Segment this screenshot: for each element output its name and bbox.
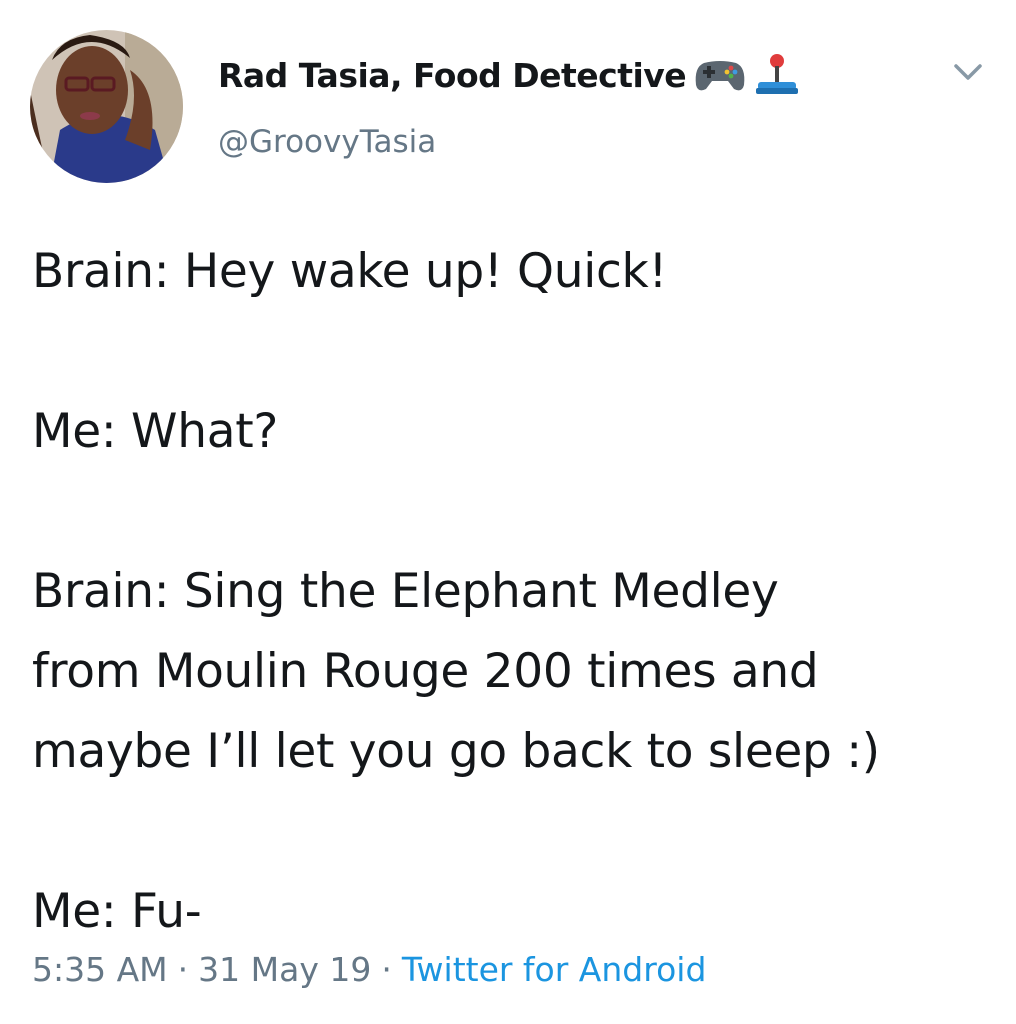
tweet-line: from Moulin Rouge 200 times and	[32, 644, 819, 699]
tweet-source-link[interactable]: Twitter for Android	[402, 950, 707, 989]
tweet-date[interactable]: 31 May 19	[198, 950, 371, 989]
meta-separator: ·	[381, 950, 392, 989]
tweet-line: Brain: Sing the Elephant Medley	[32, 564, 779, 619]
video-game-icon	[694, 55, 746, 95]
chevron-down-icon[interactable]	[950, 58, 986, 86]
tweet-line: maybe I’ll let you go back to sleep :)	[32, 724, 880, 779]
avatar[interactable]	[30, 30, 183, 183]
joystick-icon	[754, 52, 800, 98]
display-name-row: Rad Tasia, Food Detective	[218, 50, 800, 100]
line-spacer	[32, 312, 992, 392]
meta-separator: ·	[177, 950, 189, 989]
tweet-line: Me: What?	[32, 404, 278, 459]
tweet-meta: 5:35 AM · 31 May 19 · Twitter for Android	[32, 950, 706, 989]
display-name[interactable]: Rad Tasia, Food Detective	[218, 56, 687, 95]
tweet-time[interactable]: 5:35 AM	[32, 950, 168, 989]
line-spacer	[32, 792, 992, 872]
tweet-text: Brain: Hey wake up! Quick! Me: What? Bra…	[32, 232, 992, 952]
tweet-line: Brain: Hey wake up! Quick!	[32, 244, 667, 299]
tweet-line: Me: Fu-	[32, 884, 202, 939]
user-handle[interactable]: @GroovyTasia	[218, 124, 436, 160]
tweet-card: Rad Tasia, Food Detective @GroovyTasia B…	[0, 0, 1016, 1024]
line-spacer	[32, 472, 992, 552]
